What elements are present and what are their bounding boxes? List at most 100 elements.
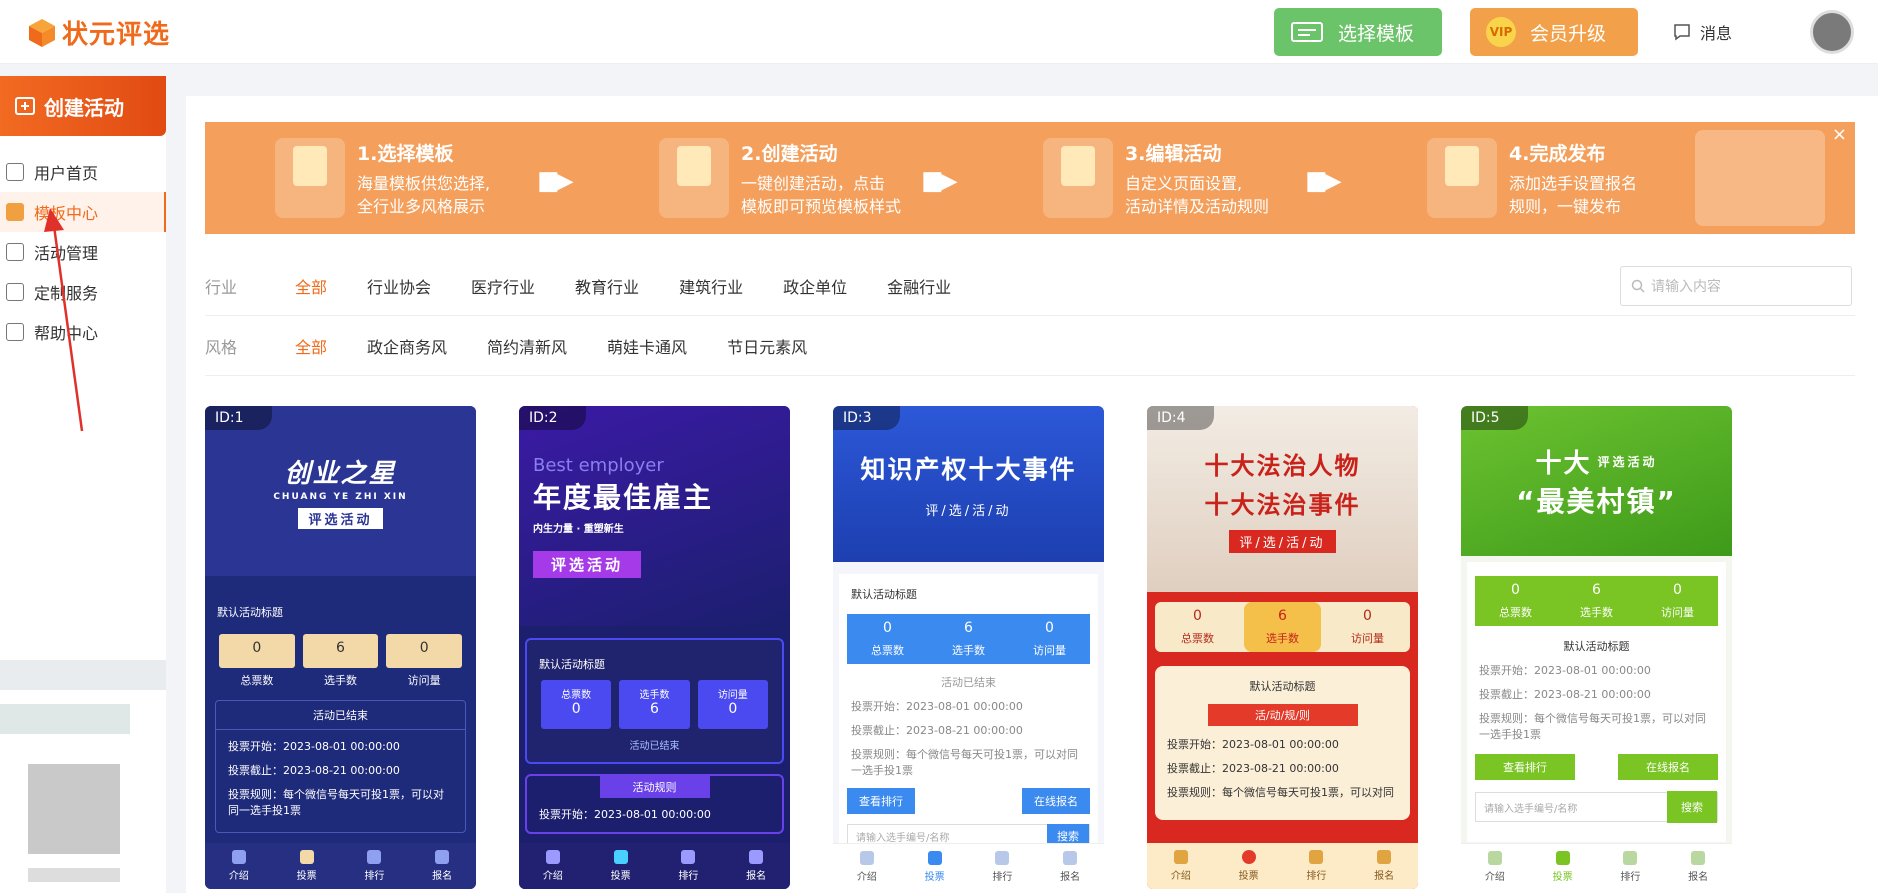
style-option[interactable]: 节日元素风 xyxy=(727,334,807,358)
style-option[interactable]: 简约清新风 xyxy=(487,334,567,358)
template-card-1[interactable]: ID:1 创业之星 CHUANG YE ZHI XIN 评选活动 默认活动标题 … xyxy=(205,406,476,889)
stat-visits: 0 访问量 xyxy=(1351,608,1384,645)
intro-icon xyxy=(545,850,560,864)
logo[interactable]: 状元评选 xyxy=(28,14,170,51)
publish-illustration-icon xyxy=(1427,138,1497,218)
vote-icon xyxy=(613,850,628,864)
nav-intro: 介绍 xyxy=(1171,850,1191,882)
hero-title: 十大法治人物 xyxy=(1204,451,1361,480)
industry-option[interactable]: 教育行业 xyxy=(575,274,639,298)
template-id: ID:4 xyxy=(1147,406,1214,430)
stat-label: 访问量 xyxy=(407,674,441,687)
main-content: 1.选择模板 海量模板供您选择, 全行业多风格展示 ▮▮▶ 2.创建活动 一键创建活动… xyxy=(186,96,1878,893)
stat-total-votes: 0 总票数 xyxy=(1499,582,1532,619)
player-search-placeholder[interactable]: 请输入选手编号/名称 xyxy=(1484,800,1577,815)
template-card-3[interactable]: ID:3 知识产权十大事件 评/选/活/动 默认活动标题 0 总票数 6 选手数 0… xyxy=(833,406,1104,889)
blurred-qr-code xyxy=(28,764,120,854)
hero-tag-line: 内生力量 · 重塑新生 xyxy=(533,523,624,535)
activity-status: 活动已结束 xyxy=(216,701,465,730)
help-box-icon xyxy=(6,323,24,341)
nav-signup: 报名 xyxy=(1688,850,1708,883)
rules-title: 活动规则 xyxy=(599,776,710,798)
activity-title: 默认活动标题 xyxy=(1249,680,1316,693)
step-title: 2.创建活动 xyxy=(741,142,838,165)
intro-icon xyxy=(231,850,246,864)
template-card-2[interactable]: ID:2 Best employer 年度最佳雇主 内生力量 · 重塑新生 评选… xyxy=(519,406,790,889)
vote-rule: 投票规则：每个微信号每天可投1票，可以对同一选手投1票 xyxy=(1479,712,1706,741)
select-template-illustration-icon xyxy=(275,138,345,218)
top-header: 状元评选 选择模板 VIP 会员升级 消息 xyxy=(0,0,1878,64)
search-input[interactable] xyxy=(1651,278,1841,294)
industry-option[interactable]: 建筑行业 xyxy=(679,274,743,298)
step-desc: 活动详情及活动规则 xyxy=(1125,196,1270,216)
nav-vote: 投票 xyxy=(1553,850,1573,883)
signup-icon xyxy=(1063,850,1078,865)
stat-total-votes: 0 xyxy=(219,634,295,668)
vote-start: 投票开始：2023-08-01 00:00:00 xyxy=(851,700,1023,713)
industry-option[interactable]: 医疗行业 xyxy=(471,274,535,298)
steps-banner: 1.选择模板 海量模板供您选择, 全行业多风格展示 ▮▮▶ 2.创建活动 一键创建活动… xyxy=(205,122,1855,234)
style-filter: 风格 全部 政企商务风 简约清新风 萌娃卡通风 节日元素风 xyxy=(205,316,1855,376)
user-avatar[interactable] xyxy=(1810,10,1854,54)
nav-vote: 投票 xyxy=(611,850,631,882)
template-body: 默认活动标题 总票数 0 选手数 6 访问量 0 活动已结束 活动规则 投票开始：20… xyxy=(519,638,790,844)
view-ranking-button[interactable]: 查看排行 xyxy=(847,788,915,814)
stat-players: 6 选手数 xyxy=(1244,602,1321,652)
activity-status: 活动已结束 xyxy=(629,741,680,752)
player-search-button[interactable]: 搜索 xyxy=(1667,791,1717,823)
online-signup-button[interactable]: 在线报名 xyxy=(1618,754,1718,780)
template-body: 默认活动标题 0 总票数 6 选手数 0 访问量 活动已结束 投票开始：2023-08… xyxy=(839,574,1098,848)
activity-title: 默认活动标题 xyxy=(851,588,917,601)
hero-tag: 评选活动 xyxy=(1597,454,1658,469)
style-option[interactable]: 政企商务风 xyxy=(367,334,447,358)
step-arrow-icon: ▮▮▶ xyxy=(921,166,958,196)
style-option[interactable]: 全部 xyxy=(295,334,327,358)
online-signup-button[interactable]: 在线报名 xyxy=(1022,788,1090,814)
activity-status: 活动已结束 xyxy=(941,676,996,689)
select-template-button[interactable]: 选择模板 xyxy=(1274,8,1442,56)
step-desc: 海量模板供您选择, xyxy=(357,173,491,193)
hero-subtitle: Best employer xyxy=(533,454,664,476)
create-activity-button[interactable]: 创建活动 xyxy=(0,76,166,136)
sidebar-item-label: 用户首页 xyxy=(34,164,99,183)
step-4: 4.完成发布 添加选手设置报名 规则，一键发布 xyxy=(1427,122,1637,234)
industry-option[interactable]: 行业协会 xyxy=(367,274,431,298)
template-card-5[interactable]: ID:5 十大 评选活动 “最美村镇” 0 总票数 6 选手数 0 访问量 默认活动标题… xyxy=(1461,406,1732,889)
industry-option[interactable]: 全部 xyxy=(295,274,327,298)
vote-rule: 投票规则：每个微信号每天可投1票，可以对同一选手投1票 xyxy=(851,748,1078,777)
stat-label: 总票数 xyxy=(240,674,274,687)
style-option[interactable]: 萌娃卡通风 xyxy=(607,334,687,358)
nav-intro: 介绍 xyxy=(229,850,249,882)
player-search-placeholder[interactable]: 请输入选手编号/名称 xyxy=(856,829,949,844)
activity-title: 默认活动标题 xyxy=(539,658,605,671)
ticket-icon xyxy=(6,243,24,261)
messages-link[interactable]: 消息 xyxy=(1672,20,1732,44)
banner-close-button[interactable]: × xyxy=(1832,124,1847,145)
card-bottom-nav: 介绍 投票 排行 报名 xyxy=(1461,843,1732,889)
stat-total-votes: 0 总票数 xyxy=(871,620,904,657)
step-desc: 规则，一键发布 xyxy=(1509,196,1622,216)
search-icon xyxy=(1631,279,1645,293)
sidebar-item-home[interactable]: 用户首页 xyxy=(0,152,166,192)
stat-visits: 0 访问量 xyxy=(1033,620,1066,657)
stat-total-votes: 0 总票数 xyxy=(1181,608,1214,645)
view-ranking-button[interactable]: 查看排行 xyxy=(1475,754,1575,780)
nav-rank: 排行 xyxy=(678,850,698,882)
signup-icon xyxy=(1377,850,1392,864)
hero-tag: 评选活动 xyxy=(533,550,642,578)
vip-upgrade-button[interactable]: VIP 会员升级 xyxy=(1470,8,1638,56)
nav-signup: 报名 xyxy=(432,850,452,882)
signup-icon xyxy=(1691,850,1706,865)
template-icon xyxy=(1291,22,1323,42)
industry-option[interactable]: 金融行业 xyxy=(887,274,951,298)
nav-intro: 介绍 xyxy=(543,850,563,882)
nav-vote: 投票 xyxy=(1239,850,1259,882)
vote-start: 投票开始：2023-08-01 00:00:00 xyxy=(539,808,711,821)
template-card-4[interactable]: ID:4 十大法治人物 十大法治事件 评/选/活/动 0 总票数 6 选手数 0 访问… xyxy=(1147,406,1418,889)
stat-total-votes: 总票数 0 xyxy=(541,680,612,729)
industry-option[interactable]: 政企单位 xyxy=(783,274,847,298)
vote-end: 投票截止：2023-08-21 00:00:00 xyxy=(1479,688,1651,701)
intro-icon xyxy=(1487,850,1502,865)
search-box[interactable] xyxy=(1620,266,1852,306)
step-2: 2.创建活动 一键创建活动，点击 模板即可预览模板样式 xyxy=(659,122,901,234)
